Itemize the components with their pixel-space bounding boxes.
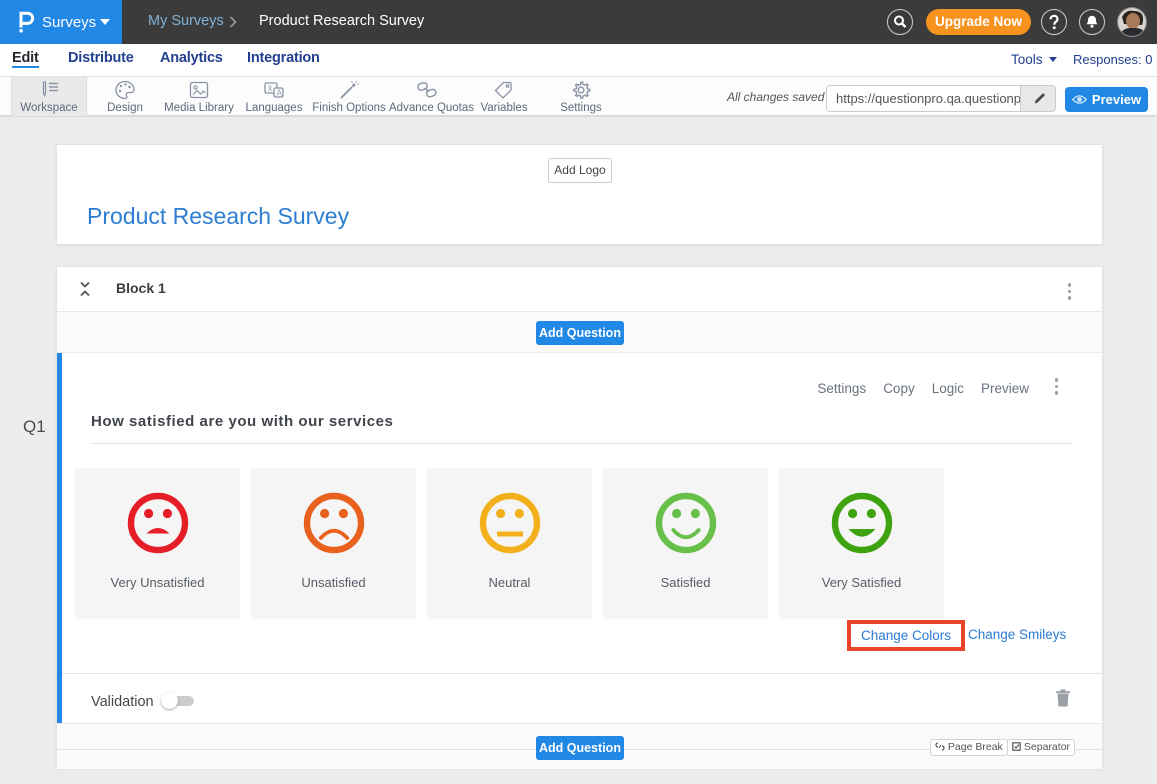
svg-text:A: A [277, 89, 283, 98]
svg-text:x̄: x̄ [268, 84, 272, 93]
